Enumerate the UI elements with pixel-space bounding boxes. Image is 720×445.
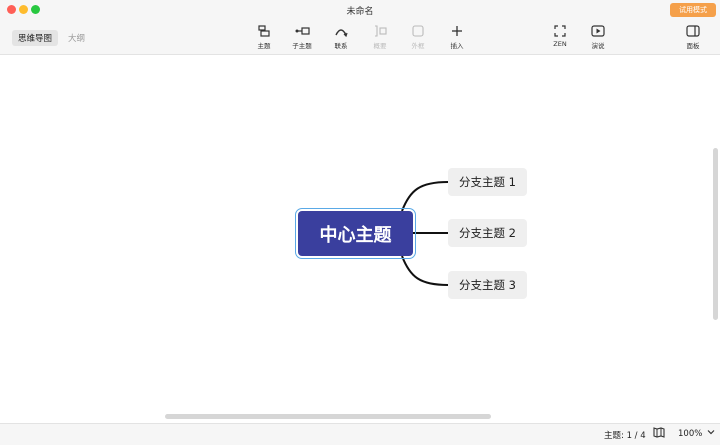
- boundary-button[interactable]: 外框: [398, 25, 438, 50]
- tab-outline[interactable]: 大纲: [62, 30, 91, 46]
- topic-label: 主题: [257, 42, 271, 50]
- central-topic[interactable]: 中心主题: [295, 208, 416, 259]
- boundary-icon: [398, 25, 438, 39]
- summary-icon: [360, 25, 400, 39]
- relation-label: 联系: [334, 42, 348, 50]
- summary-label: 概要: [373, 42, 387, 50]
- branch-topic-1[interactable]: 分支主题 1: [448, 168, 527, 196]
- chevron-down-icon[interactable]: [707, 428, 715, 438]
- zen-label: ZEN: [553, 40, 567, 48]
- boundary-label: 外框: [411, 42, 425, 50]
- plus-icon: [437, 25, 477, 39]
- play-icon: [578, 25, 618, 39]
- topic-icon: [244, 25, 284, 39]
- toolbar: 思维导图 大纲 主题 子主题 联系 概要 外框 插入 ZEN 演说 面板: [0, 20, 720, 55]
- window-title: 未命名: [346, 7, 374, 17]
- vertical-scrollbar[interactable]: [713, 148, 718, 320]
- insert-button[interactable]: 插入: [437, 25, 477, 50]
- present-label: 演说: [591, 42, 605, 50]
- map-icon[interactable]: [653, 427, 665, 441]
- horizontal-scrollbar[interactable]: [165, 414, 491, 419]
- tab-mindmap[interactable]: 思维导图: [12, 30, 59, 46]
- panel-label: 面板: [686, 42, 700, 50]
- topic-button[interactable]: 主题: [244, 25, 284, 50]
- trial-mode-button[interactable]: 试用模式: [670, 3, 716, 17]
- zen-button[interactable]: ZEN: [540, 25, 580, 48]
- insert-label: 插入: [450, 42, 464, 50]
- present-button[interactable]: 演说: [578, 25, 618, 50]
- title-bar: 未命名 试用模式: [0, 0, 720, 20]
- zoom-level[interactable]: 100%: [678, 429, 702, 439]
- panel-button[interactable]: 面板: [673, 25, 713, 50]
- sidebar-icon: [673, 25, 713, 39]
- relation-button[interactable]: 联系: [321, 25, 361, 50]
- topic-count: 主题: 1 / 4: [604, 431, 646, 441]
- subtopic-label: 子主题: [292, 42, 312, 50]
- zen-icon: [540, 25, 580, 39]
- relation-icon: [321, 25, 361, 39]
- branch-topic-2[interactable]: 分支主题 2: [448, 219, 527, 247]
- branch-topic-3[interactable]: 分支主题 3: [448, 271, 527, 299]
- status-bar: 主题: 1 / 4 100%: [0, 423, 720, 445]
- subtopic-icon: [282, 25, 322, 39]
- subtopic-button[interactable]: 子主题: [282, 25, 322, 50]
- summary-button[interactable]: 概要: [360, 25, 400, 50]
